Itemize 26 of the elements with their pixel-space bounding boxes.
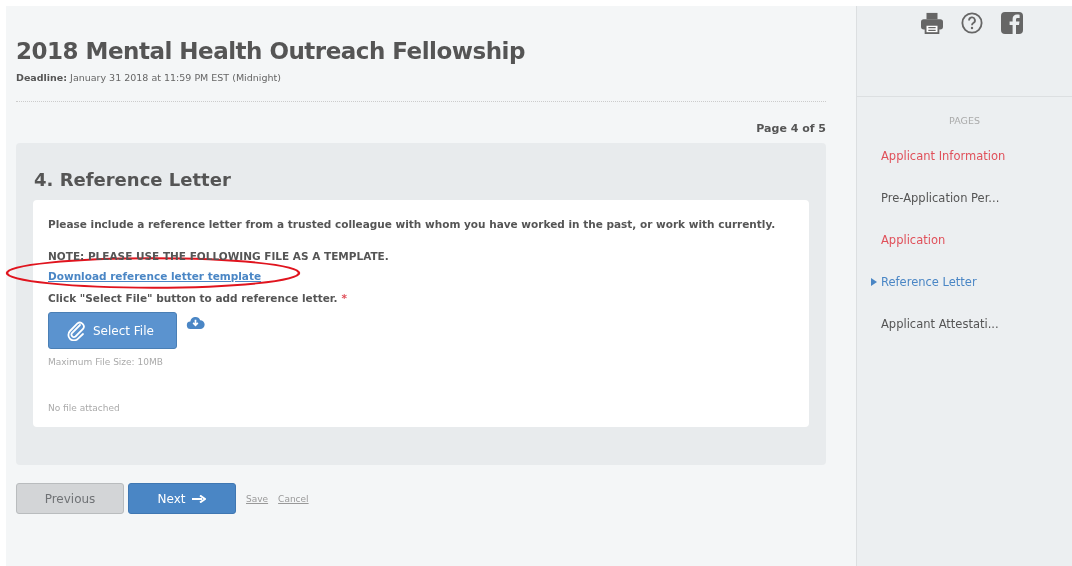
page-nav-item[interactable]: Application (857, 219, 1072, 261)
cloud-download-icon[interactable] (186, 315, 205, 330)
page-indicator: Page 4 of 5 (756, 122, 826, 135)
page-nav-item[interactable]: Applicant Information (857, 135, 1072, 177)
upload-label: Click "Select File" button to add reference letter. * (48, 292, 348, 304)
facebook-icon[interactable] (1000, 12, 1023, 34)
page-nav-item[interactable]: Reference Letter (857, 261, 1072, 303)
pages-heading: PAGES (948, 115, 981, 126)
section-heading: 4. Reference Letter (34, 169, 232, 190)
print-icon[interactable] (920, 12, 943, 34)
help-icon[interactable] (960, 12, 983, 34)
max-size-text: Maximum File Size: 10MB (48, 357, 164, 367)
file-status-text: No file attached (48, 403, 121, 413)
deadline-text: Deadline: January 31 2018 at 11:59 PM EST (Midnight) (16, 72, 282, 83)
current-page-icon (871, 278, 877, 286)
page-title: 2018 Mental Health Outreach Fellowship (16, 38, 526, 64)
required-asterisk: * (341, 292, 347, 304)
page-nav-item[interactable]: Applicant Attestati... (857, 303, 1072, 345)
arrow-right-icon (192, 494, 207, 503)
paperclip-icon (67, 320, 87, 341)
instructions-text: Please include a reference letter from a trusted colleague with whom you have worked in the past, or work with currently. (48, 218, 777, 230)
select-file-button[interactable]: Select File (48, 312, 177, 349)
next-button[interactable]: Next (128, 483, 236, 514)
page-nav-item[interactable]: Pre-Application Per... (857, 177, 1072, 219)
cancel-link[interactable]: Cancel (278, 493, 309, 504)
save-link[interactable]: Save (246, 493, 269, 504)
